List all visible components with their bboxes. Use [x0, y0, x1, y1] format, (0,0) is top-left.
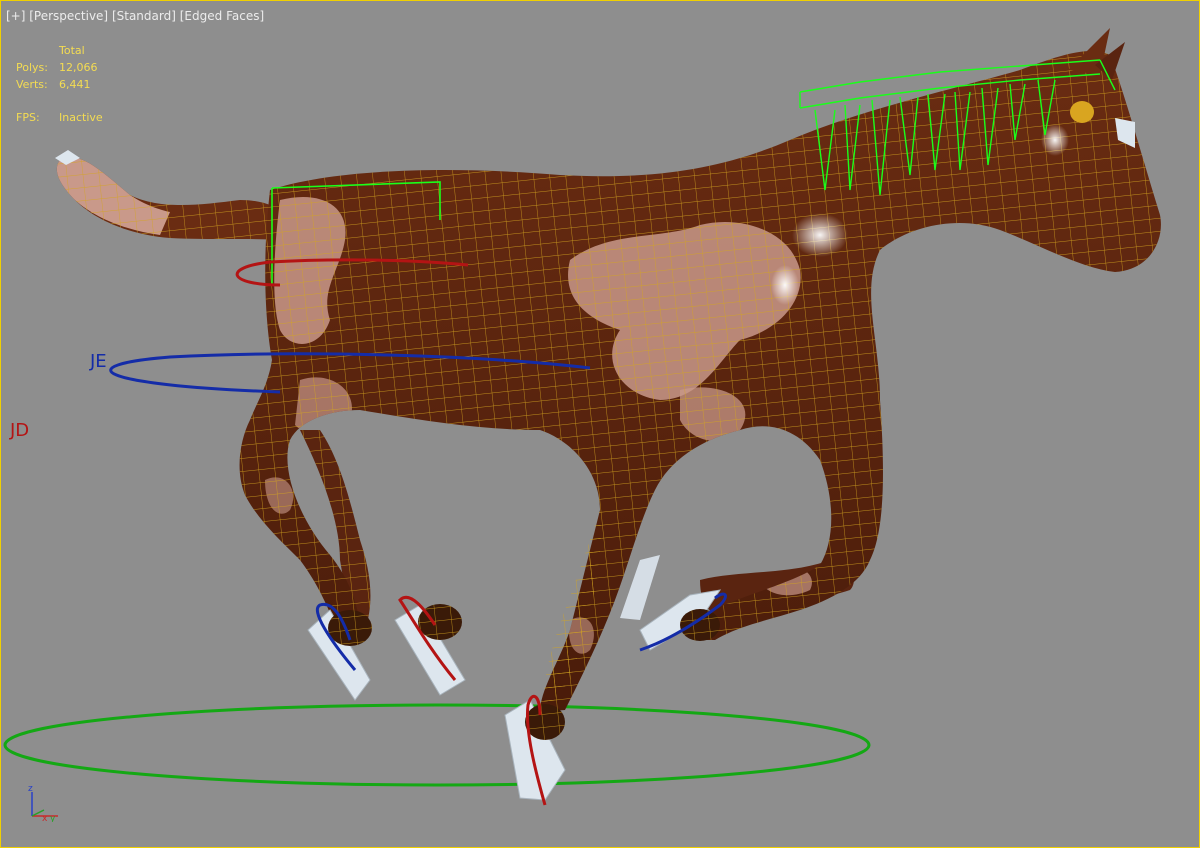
- viewport-shading-mode[interactable]: [Standard]: [112, 9, 176, 23]
- tail-control-label[interactable]: JE: [89, 351, 107, 372]
- stats-header: Total: [59, 44, 85, 57]
- stats-fps-value: Inactive: [59, 111, 103, 124]
- stats-verts-label: Verts:: [16, 78, 48, 91]
- axis-z-label: z: [28, 784, 33, 794]
- axis-tripod-icon: z x y: [28, 784, 58, 822]
- stats-polys-value: 12,066: [59, 61, 98, 74]
- scene-canvas[interactable]: JE JD: [0, 0, 1200, 848]
- axis-y-label: y: [50, 814, 56, 822]
- axis-x-label: x: [42, 814, 48, 822]
- stats-verts-value: 6,441: [59, 78, 91, 91]
- stats-polys-label: Polys:: [16, 61, 48, 74]
- ground-control-circle[interactable]: [3, 703, 871, 787]
- stats-fps-label: FPS:: [16, 111, 40, 124]
- side-control-label[interactable]: JD: [9, 420, 29, 441]
- viewport-menu-plus[interactable]: [+]: [6, 9, 25, 23]
- viewport-label-menu[interactable]: [+] [Perspective] [Standard] [Edged Face…: [6, 9, 264, 23]
- perspective-viewport[interactable]: [+] [Perspective] [Standard] [Edged Face…: [0, 0, 1200, 848]
- viewport-display-mode[interactable]: [Edged Faces]: [180, 9, 264, 23]
- horse-tail: [55, 150, 285, 240]
- viewport-view-mode[interactable]: [Perspective]: [29, 9, 108, 23]
